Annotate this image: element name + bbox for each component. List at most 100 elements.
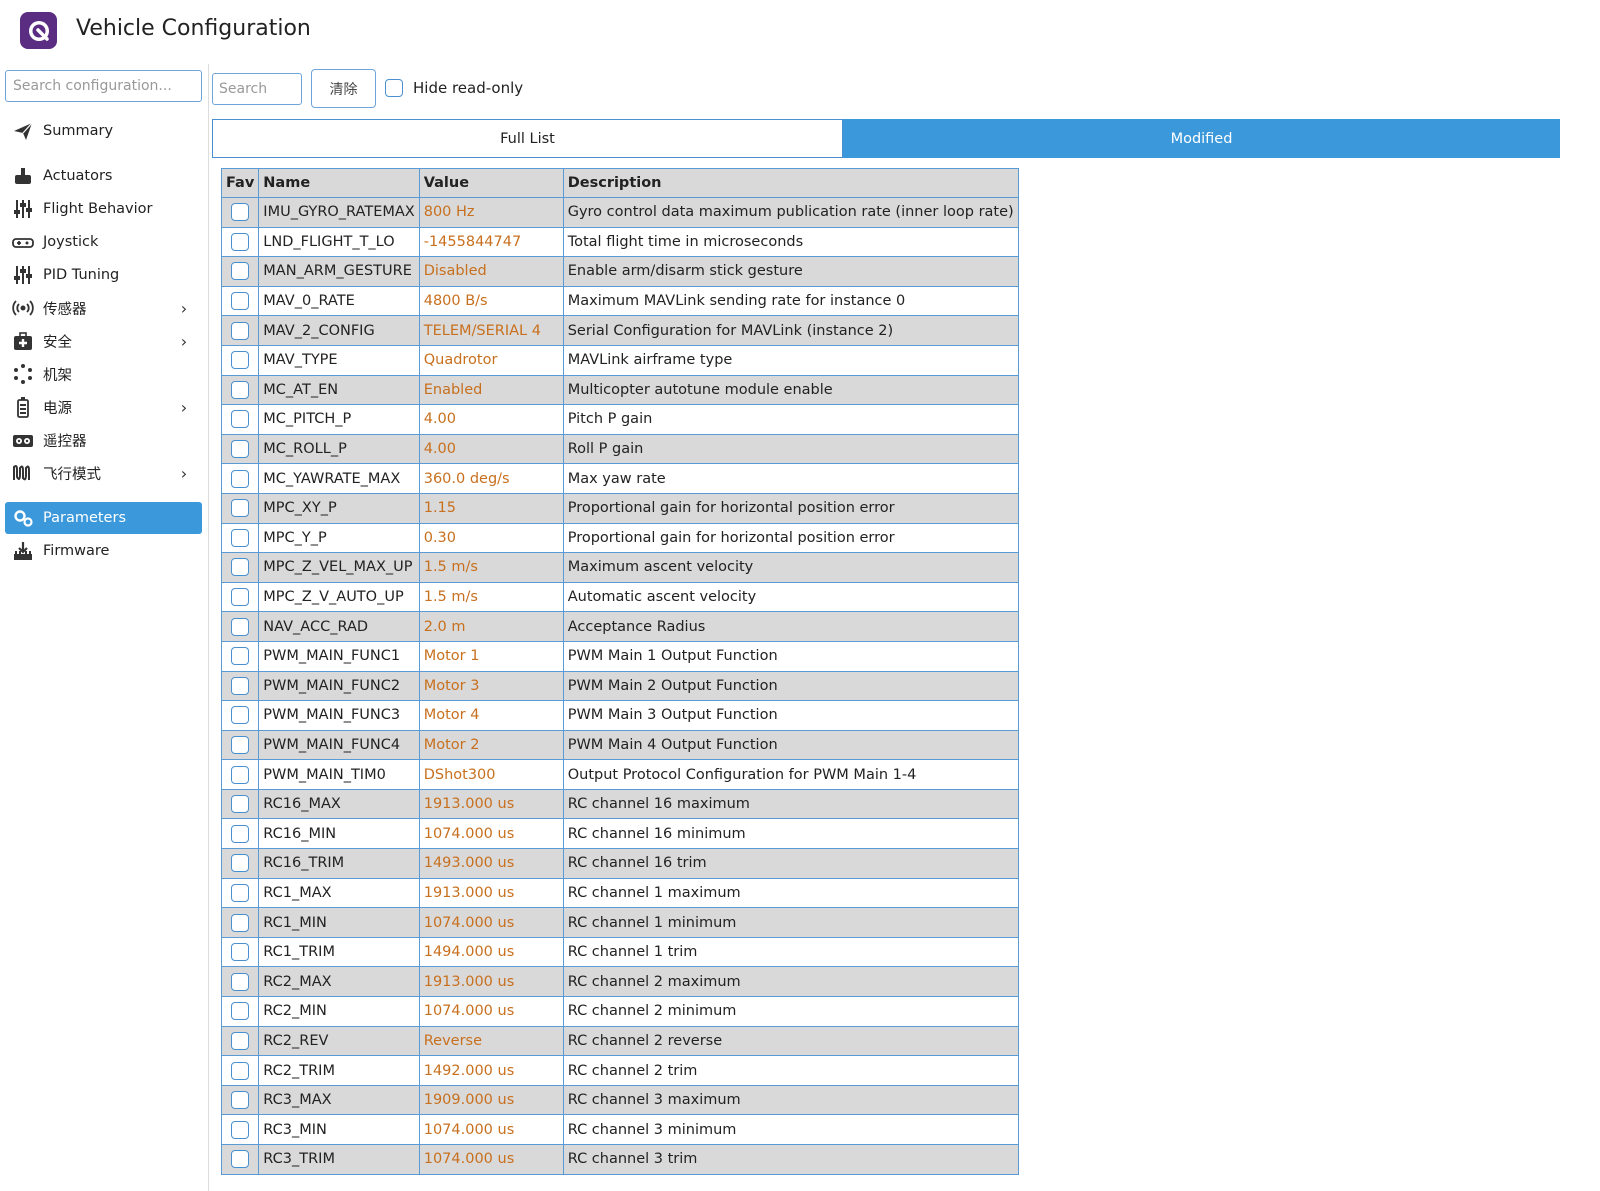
table-row[interactable]: RC3_MAX 1909.000 us RC channel 3 maximum	[220, 1084, 1019, 1116]
table-row[interactable]: PWM_MAIN_FUNC2 Motor 3 PWM Main 2 Output F…	[220, 670, 1019, 702]
param-value[interactable]: 1.15	[418, 492, 564, 524]
table-row[interactable]: LND_FLIGHT_T_LO -1455844747 Total flight t…	[220, 226, 1019, 258]
favorite-checkbox[interactable]	[231, 913, 250, 932]
param-value[interactable]: 1913.000 us	[418, 966, 564, 998]
table-row[interactable]: IMU_GYRO_RATEMAX 800 Hz Gyro control data …	[220, 197, 1019, 228]
table-row[interactable]: MAV_0_RATE 4800 B/s Maximum MAVLink sendin…	[220, 285, 1019, 317]
table-row[interactable]: RC16_TRIM 1493.000 us RC channel 16 trim	[220, 848, 1019, 879]
table-row[interactable]: RC2_MAX 1913.000 us RC channel 2 maximum	[220, 966, 1019, 998]
sidebar-item-firmware[interactable]: Firmware	[5, 535, 202, 567]
param-value[interactable]: 1074.000 us	[418, 1144, 564, 1175]
table-row[interactable]: MC_ROLL_P 4.00 Roll P gain	[220, 433, 1019, 465]
param-value[interactable]: 4.00	[418, 433, 564, 465]
param-value[interactable]: 360.0 deg/s	[418, 463, 564, 494]
table-row[interactable]: RC2_REV Reverse RC channel 2 reverse	[220, 1025, 1019, 1057]
favorite-checkbox[interactable]	[231, 972, 250, 991]
favorite-checkbox[interactable]	[231, 765, 250, 784]
favorite-checkbox[interactable]	[231, 706, 250, 725]
param-value[interactable]: DShot300	[418, 759, 564, 790]
param-value[interactable]: Disabled	[418, 256, 564, 287]
favorite-checkbox[interactable]	[231, 321, 250, 340]
parameter-search-input[interactable]	[212, 73, 302, 105]
table-row[interactable]: RC1_MAX 1913.000 us RC channel 1 maximum	[220, 877, 1019, 909]
param-value[interactable]: Quadrotor	[418, 344, 564, 376]
favorite-checkbox[interactable]	[231, 499, 250, 518]
tab-full-list[interactable]: Full List	[212, 119, 843, 158]
param-value[interactable]: Motor 2	[418, 729, 564, 761]
tab-modified[interactable]: Modified	[843, 119, 1560, 158]
sidebar-item-pid-tuning[interactable]: PID Tuning	[5, 259, 202, 291]
chevron-right-icon[interactable]: ›	[174, 464, 194, 483]
header-description[interactable]: Description	[562, 168, 1019, 198]
param-value[interactable]: 1.5 m/s	[418, 552, 564, 583]
table-row[interactable]: PWM_MAIN_FUNC4 Motor 2 PWM Main 4 Output F…	[220, 729, 1019, 761]
favorite-checkbox[interactable]	[231, 440, 250, 459]
param-value[interactable]: 1913.000 us	[418, 877, 564, 909]
table-row[interactable]: MAN_ARM_GESTURE Disabled Enable arm/disarm…	[220, 256, 1019, 287]
clear-button[interactable]: 清除	[311, 69, 376, 108]
table-row[interactable]: PWM_MAIN_FUNC1 Motor 1 PWM Main 1 Output F…	[220, 640, 1019, 672]
param-value[interactable]: Motor 3	[418, 670, 564, 702]
param-value[interactable]: 1074.000 us	[418, 1114, 564, 1145]
param-value[interactable]: Reverse	[418, 1025, 564, 1057]
favorite-checkbox[interactable]	[231, 262, 250, 281]
favorite-checkbox[interactable]	[231, 528, 250, 547]
sidebar-item-item-9[interactable]: 遥控器	[5, 424, 202, 456]
favorite-checkbox[interactable]	[231, 380, 250, 399]
param-value[interactable]: Enabled	[418, 374, 564, 406]
table-row[interactable]: MC_PITCH_P 4.00 Pitch P gain	[220, 404, 1019, 435]
favorite-checkbox[interactable]	[231, 824, 250, 843]
favorite-checkbox[interactable]	[231, 676, 250, 695]
param-value[interactable]: 1913.000 us	[418, 788, 564, 820]
favorite-checkbox[interactable]	[231, 410, 250, 429]
sidebar-item-flight-behavior[interactable]: Flight Behavior	[5, 193, 202, 225]
config-search-input[interactable]	[5, 70, 202, 102]
table-row[interactable]: MC_AT_EN Enabled Multicopter autotune modu…	[220, 374, 1019, 406]
table-row[interactable]: MC_YAWRATE_MAX 360.0 deg/s Max yaw rate	[220, 463, 1019, 494]
chevron-right-icon[interactable]: ›	[174, 299, 194, 318]
sidebar-item-parameters[interactable]: Parameters	[5, 502, 202, 534]
param-value[interactable]: 4.00	[418, 404, 564, 435]
table-row[interactable]: RC2_MIN 1074.000 us RC channel 2 minimum	[220, 996, 1019, 1027]
table-row[interactable]: MAV_2_CONFIG TELEM/SERIAL 4 Serial Configu…	[220, 315, 1019, 346]
param-value[interactable]: 1074.000 us	[418, 818, 564, 850]
favorite-checkbox[interactable]	[231, 1061, 250, 1080]
param-value[interactable]: 1.5 m/s	[418, 581, 564, 613]
table-row[interactable]: NAV_ACC_RAD 2.0 m Acceptance Radius	[220, 611, 1019, 642]
favorite-checkbox[interactable]	[231, 1120, 250, 1139]
favorite-checkbox[interactable]	[231, 883, 250, 902]
table-row[interactable]: PWM_MAIN_FUNC3 Motor 4 PWM Main 3 Output F…	[220, 700, 1019, 731]
favorite-checkbox[interactable]	[231, 1031, 250, 1050]
table-row[interactable]: PWM_MAIN_TIM0 DShot300 Output Protocol Con…	[220, 759, 1019, 790]
param-value[interactable]: -1455844747	[418, 226, 564, 258]
header-name[interactable]: Name	[258, 168, 420, 198]
hide-readonly-toggle[interactable]: Hide read-only	[385, 79, 605, 97]
table-row[interactable]: RC3_TRIM 1074.000 us RC channel 3 trim	[220, 1144, 1019, 1175]
sidebar-item-item-8[interactable]: 电源 ›	[5, 391, 202, 423]
param-value[interactable]: TELEM/SERIAL 4	[418, 315, 564, 346]
sidebar-item-joystick[interactable]: Joystick	[5, 226, 202, 258]
favorite-checkbox[interactable]	[231, 647, 250, 666]
favorite-checkbox[interactable]	[231, 1150, 250, 1169]
favorite-checkbox[interactable]	[231, 617, 250, 636]
table-row[interactable]: MPC_Y_P 0.30 Proportional gain for horizon…	[220, 522, 1019, 554]
favorite-checkbox[interactable]	[231, 943, 250, 962]
chevron-right-icon[interactable]: ›	[174, 398, 194, 417]
sidebar-item-summary[interactable]: Summary	[5, 115, 202, 147]
param-value[interactable]: 1074.000 us	[418, 996, 564, 1027]
param-value[interactable]: Motor 4	[418, 700, 564, 731]
table-row[interactable]: MPC_Z_V_AUTO_UP 1.5 m/s Automatic ascent v…	[220, 581, 1019, 613]
param-value[interactable]: 800 Hz	[418, 197, 564, 228]
favorite-checkbox[interactable]	[231, 795, 250, 814]
param-value[interactable]: 1492.000 us	[418, 1055, 564, 1086]
table-row[interactable]: MPC_XY_P 1.15 Proportional gain for horizo…	[220, 492, 1019, 524]
favorite-checkbox[interactable]	[231, 1091, 250, 1110]
favorite-checkbox[interactable]	[231, 1002, 250, 1021]
table-row[interactable]: RC1_MIN 1074.000 us RC channel 1 minimum	[220, 907, 1019, 938]
param-value[interactable]: 2.0 m	[418, 611, 564, 642]
table-row[interactable]: RC2_TRIM 1492.000 us RC channel 2 trim	[220, 1055, 1019, 1086]
table-row[interactable]: RC16_MAX 1913.000 us RC channel 16 maximum	[220, 788, 1019, 820]
param-value[interactable]: 4800 B/s	[418, 285, 564, 317]
chevron-right-icon[interactable]: ›	[174, 332, 194, 351]
favorite-checkbox[interactable]	[231, 588, 250, 607]
